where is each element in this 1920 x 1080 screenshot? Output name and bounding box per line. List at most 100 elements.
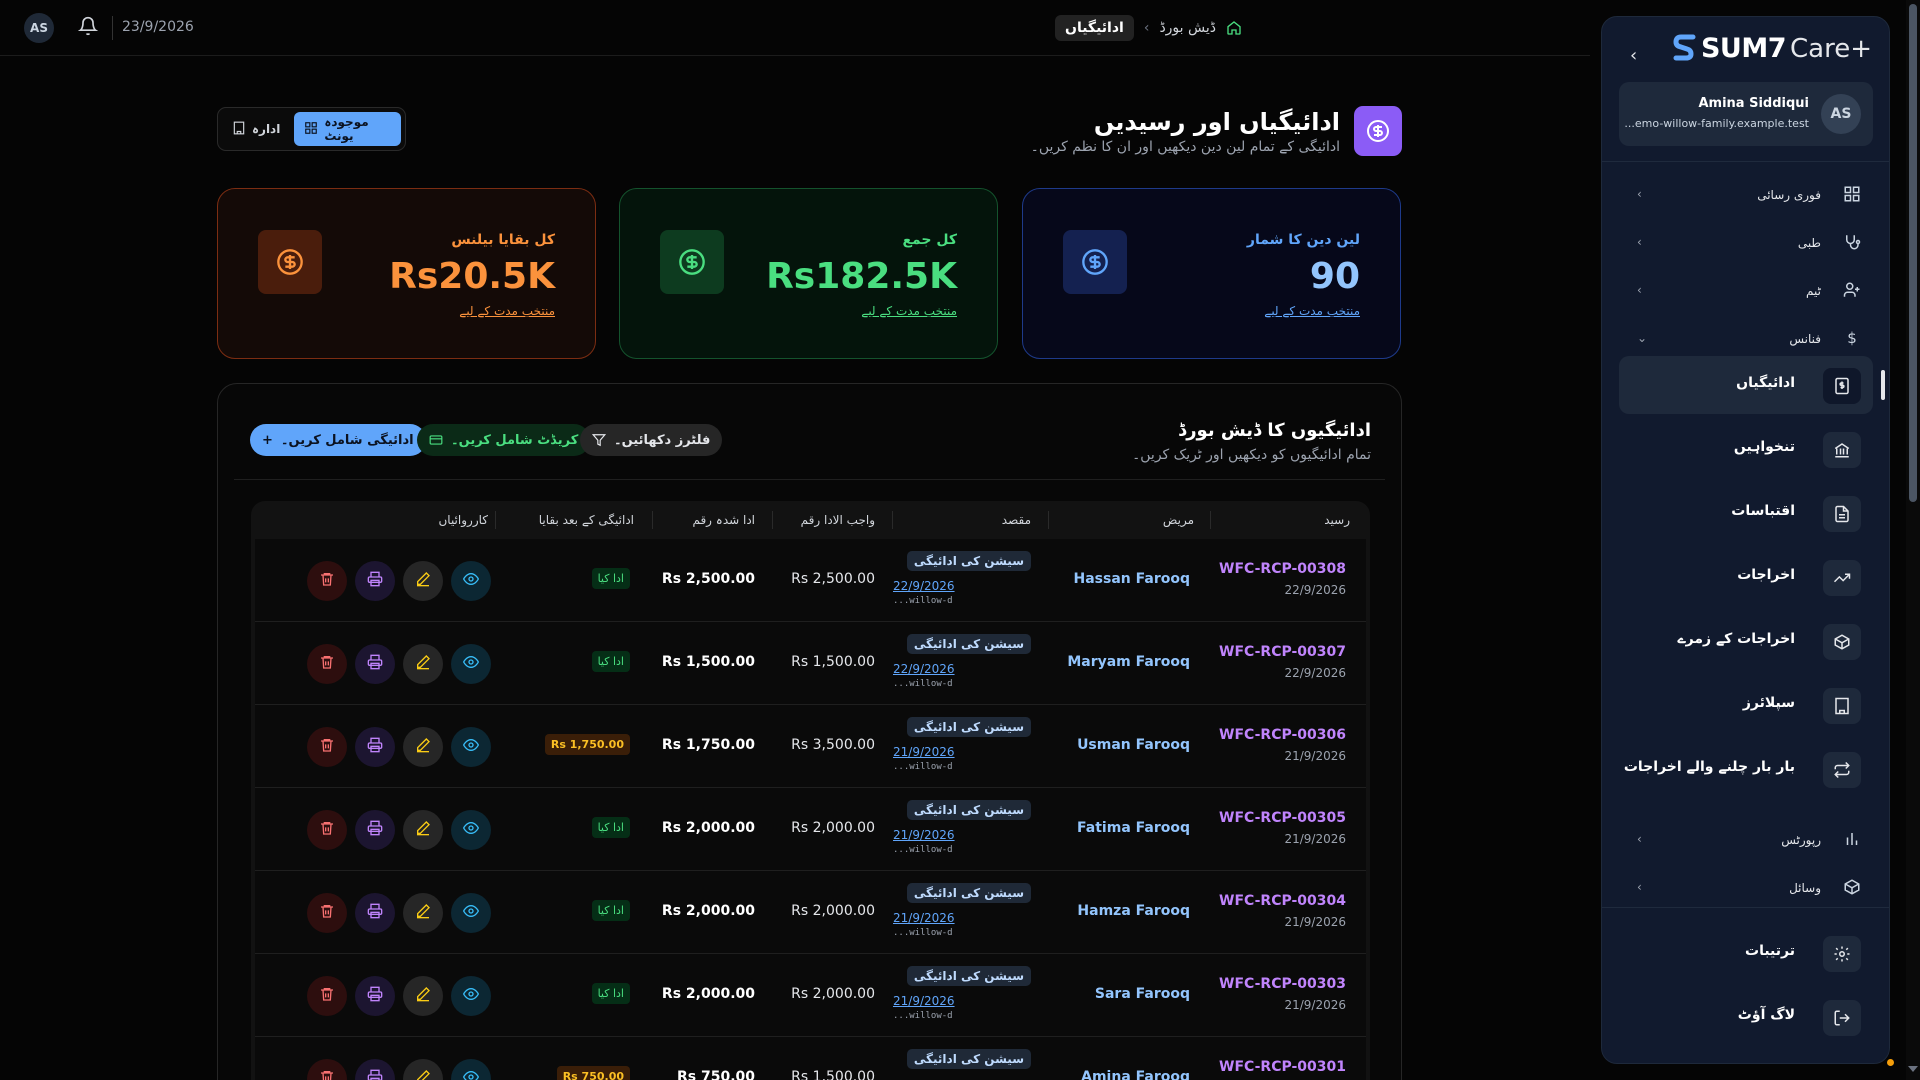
delete-button[interactable]	[307, 644, 347, 684]
divider	[234, 479, 1385, 480]
delete-button[interactable]	[307, 976, 347, 1016]
patient-name[interactable]: Usman Farooq	[1077, 737, 1190, 753]
edit-button[interactable]	[403, 727, 443, 767]
patient-name[interactable]: Hamza Farooq	[1077, 903, 1190, 919]
print-button[interactable]	[355, 976, 395, 1016]
sidebar-item-settings[interactable]: ترتیبات	[1619, 924, 1873, 982]
stat-value: 90	[1309, 256, 1360, 297]
breadcrumb-current[interactable]: ادائیگیاں	[1055, 15, 1134, 41]
home-icon[interactable]	[1226, 20, 1242, 36]
page-scrollbar[interactable]	[1906, 0, 1920, 1080]
patient-name[interactable]: Sara Farooq	[1095, 986, 1190, 1002]
printer-icon	[367, 737, 383, 757]
receipt-number[interactable]: WFC-RCP-00305	[1219, 810, 1346, 826]
sidebar-item-payments[interactable]: ادائیگیاں	[1619, 356, 1885, 414]
delete-button[interactable]	[307, 893, 347, 933]
receipt-number[interactable]: WFC-RCP-00301	[1219, 1059, 1346, 1075]
print-button[interactable]	[355, 893, 395, 933]
receipt-number[interactable]: WFC-RCP-00308	[1219, 561, 1346, 577]
scroll-down-arrow-icon[interactable]	[1908, 1066, 1918, 1072]
patient-name[interactable]: Hassan Farooq	[1074, 571, 1190, 587]
sidebar-item-label: اقتباسات	[1731, 503, 1795, 519]
patient-name[interactable]: Fatima Farooq	[1077, 820, 1190, 836]
stat-label: کل جمع	[902, 232, 957, 248]
sidebar-group-resources[interactable]: ‹ وسائل	[1619, 873, 1873, 903]
sidebar-item-logout[interactable]: لاگ آؤٹ	[1619, 988, 1873, 1046]
sidebar-item-label: لاگ آؤٹ	[1737, 1007, 1795, 1023]
page-title: ادائیگیاں اور رسیدیں	[1093, 108, 1340, 136]
user-card[interactable]: AS Amina Siddiqui ...emo-willow-family.e…	[1619, 82, 1873, 146]
add-payment-button[interactable]: + ادائیگی شامل کریں۔	[250, 424, 426, 456]
header-patient: مریض	[1162, 513, 1194, 527]
chevron-left-icon[interactable]: ‹	[1630, 45, 1637, 66]
purpose-date[interactable]: 21/9/2026	[893, 828, 955, 842]
purpose-date[interactable]: 21/9/2026	[893, 994, 955, 1008]
stat-value: Rs182.5K	[766, 256, 957, 297]
bell-icon[interactable]	[78, 15, 98, 37]
edit-button[interactable]	[403, 561, 443, 601]
stat-value: Rs20.5K	[389, 256, 555, 297]
print-button[interactable]	[355, 561, 395, 601]
sidebar-item-expenses[interactable]: اخراجات	[1619, 548, 1873, 606]
purpose-date[interactable]: 22/9/2026	[893, 662, 955, 676]
edit-button[interactable]	[403, 810, 443, 850]
sidebar-item-expense-categories[interactable]: اخراجات کے زمرے	[1619, 612, 1873, 670]
view-button[interactable]	[451, 727, 491, 767]
sidebar-group-reports[interactable]: ‹ رپورٹس	[1619, 825, 1873, 855]
sidebar-group-quick-access[interactable]: ‹ فوری رسائی	[1619, 180, 1873, 210]
delete-button[interactable]	[307, 727, 347, 767]
delete-button[interactable]	[307, 810, 347, 850]
group-label: فوری رسائی	[1757, 188, 1821, 202]
print-button[interactable]	[355, 810, 395, 850]
add-credit-button[interactable]: کریڈٹ شامل کریں۔	[417, 424, 591, 456]
printer-icon	[367, 1069, 383, 1080]
view-button[interactable]	[451, 644, 491, 684]
receipt-number[interactable]: WFC-RCP-00303	[1219, 976, 1346, 992]
admin-tab[interactable]: ادارہ	[222, 112, 290, 146]
sidebar-group-finance[interactable]: ⌄ فنانس $	[1619, 324, 1873, 354]
pencil-icon	[415, 820, 431, 840]
dollar-icon	[1063, 230, 1127, 294]
print-button[interactable]	[355, 644, 395, 684]
edit-button[interactable]	[403, 644, 443, 684]
sidebar-item-quotations[interactable]: اقتباسات	[1619, 484, 1873, 542]
receipt-number[interactable]: WFC-RCP-00307	[1219, 644, 1346, 660]
scrollbar-thumb[interactable]	[1909, 4, 1917, 502]
breadcrumb-dashboard[interactable]: ڈیش بورڈ	[1159, 20, 1216, 36]
plus-icon: +	[262, 432, 273, 448]
app-logo: SUM7 Care+	[1673, 33, 1872, 64]
edit-button[interactable]	[403, 976, 443, 1016]
current-unit-tab[interactable]: موجودہ یونٹ	[294, 112, 401, 146]
view-button[interactable]	[451, 976, 491, 1016]
header-receipt: رسید	[1324, 513, 1350, 527]
purpose-date[interactable]: 22/9/2026	[893, 579, 955, 593]
delete-button[interactable]	[307, 561, 347, 601]
print-button[interactable]	[355, 1059, 395, 1080]
chevron-left-icon: ‹	[1637, 283, 1642, 297]
user-avatar[interactable]: AS	[24, 13, 54, 43]
sidebar-group-medical[interactable]: ‹ طبی	[1619, 228, 1873, 258]
purpose-date[interactable]: 21/9/2026	[893, 911, 955, 925]
edit-button[interactable]	[403, 893, 443, 933]
receipt-number[interactable]: WFC-RCP-00306	[1219, 727, 1346, 743]
edit-button[interactable]	[403, 1059, 443, 1080]
sidebar-item-suppliers[interactable]: سپلائرز	[1619, 676, 1873, 734]
purpose-date[interactable]: 21/9/2026	[893, 745, 955, 759]
patient-name[interactable]: Maryam Farooq	[1067, 654, 1190, 670]
view-button[interactable]	[451, 810, 491, 850]
sidebar-group-team[interactable]: ‹ ٹیم	[1619, 276, 1873, 306]
view-button[interactable]	[451, 1059, 491, 1080]
add-payment-label: ادائیگی شامل کریں۔	[280, 432, 414, 448]
print-button[interactable]	[355, 727, 395, 767]
view-button[interactable]	[451, 561, 491, 601]
table-row: WFC-RCP-00306 21/9/2026 Usman Farooq سیش…	[255, 705, 1366, 788]
sidebar-item-salaries[interactable]: تنخواہیں	[1619, 420, 1873, 478]
show-filters-button[interactable]: فلٹرز دکھائیں۔	[580, 424, 723, 456]
sidebar-item-recurring-expenses[interactable]: بار بار چلنے والے اخراجات	[1619, 740, 1873, 798]
eye-icon	[462, 903, 480, 923]
view-button[interactable]	[451, 893, 491, 933]
patient-name[interactable]: Amina Farooq	[1081, 1069, 1190, 1080]
status-badge: ادا کیا	[591, 817, 630, 838]
receipt-number[interactable]: WFC-RCP-00304	[1219, 893, 1346, 909]
delete-button[interactable]	[307, 1059, 347, 1080]
